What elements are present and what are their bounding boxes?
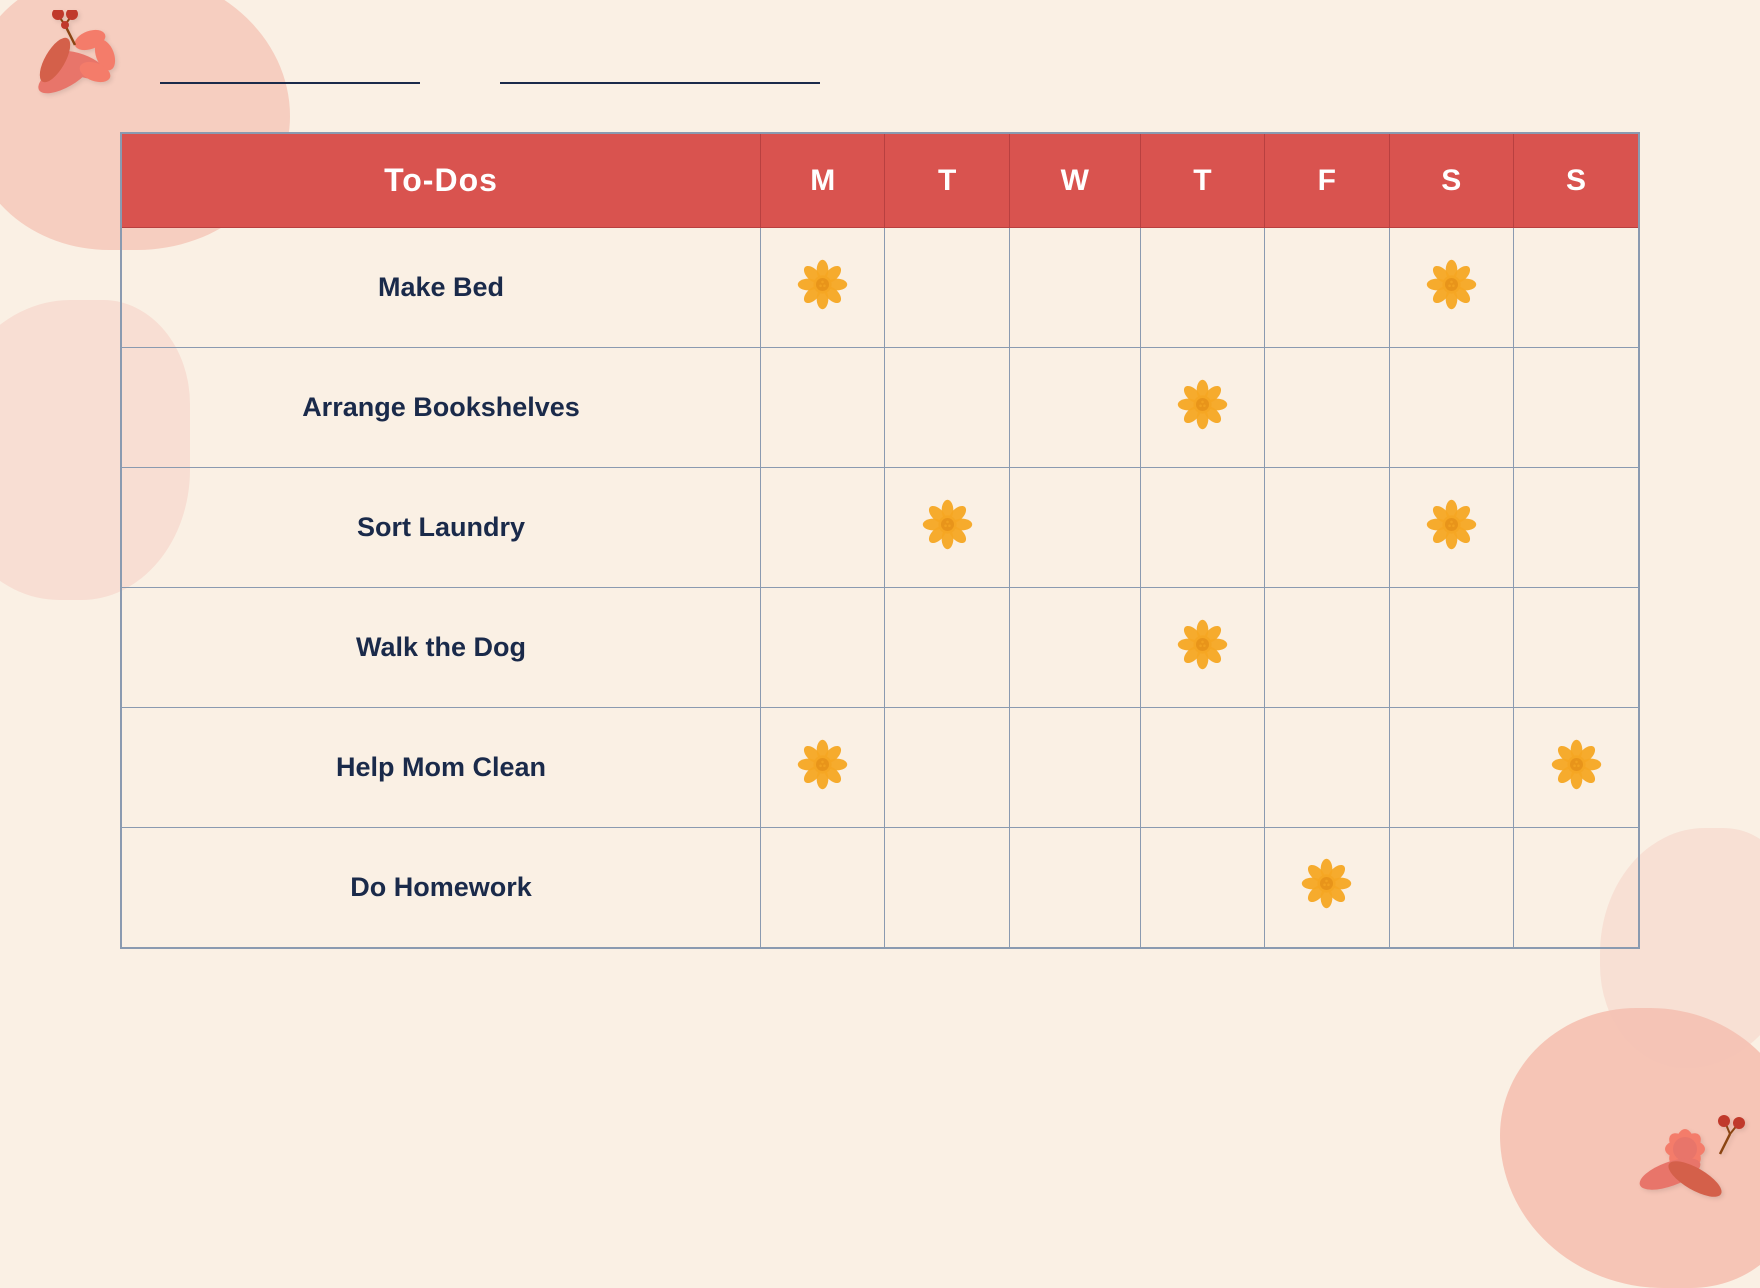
cell-row0-day6 [1514, 228, 1640, 348]
task-name-2: Sort Laundry [121, 468, 761, 588]
header-section [140, 80, 1640, 82]
task-name-0: Make Bed [121, 228, 761, 348]
table-row: Walk the Dog [121, 588, 1639, 708]
cell-row4-day6 [1514, 708, 1640, 828]
cell-row4-day4 [1265, 708, 1389, 828]
task-name-5: Do Homework [121, 828, 761, 948]
header-sunday: S [1514, 133, 1640, 228]
main-content: To-Dos M T W T F S S Make Bed [0, 0, 1760, 1009]
belongs-underline [160, 82, 420, 84]
cell-row3-day0 [761, 588, 885, 708]
header-thursday: T [1140, 133, 1264, 228]
cell-row1-day1 [885, 348, 1009, 468]
header-todos: To-Dos [121, 133, 761, 228]
task-name-1: Arrange Bookshelves [121, 348, 761, 468]
cell-row1-day6 [1514, 348, 1640, 468]
cell-row1-day3 [1140, 348, 1264, 468]
header-friday: F [1265, 133, 1389, 228]
cell-row3-day2 [1009, 588, 1140, 708]
table-row: Sort Laundry [121, 468, 1639, 588]
cell-row0-day0 [761, 228, 885, 348]
cell-row4-day3 [1140, 708, 1264, 828]
reward-underline [500, 82, 820, 84]
reward-chart-table: To-Dos M T W T F S S Make Bed [120, 132, 1640, 949]
cell-row0-day4 [1265, 228, 1389, 348]
table-header-row: To-Dos M T W T F S S [121, 133, 1639, 228]
cell-row0-day1 [885, 228, 1009, 348]
cell-row4-day5 [1389, 708, 1513, 828]
cell-row2-day3 [1140, 468, 1264, 588]
cell-row2-day4 [1265, 468, 1389, 588]
cell-row1-day2 [1009, 348, 1140, 468]
cell-row1-day0 [761, 348, 885, 468]
cell-row3-day3 [1140, 588, 1264, 708]
header-saturday: S [1389, 133, 1513, 228]
cell-row1-day4 [1265, 348, 1389, 468]
cell-row5-day5 [1389, 828, 1513, 948]
cell-row5-day3 [1140, 828, 1264, 948]
cell-row0-day3 [1140, 228, 1264, 348]
task-name-3: Walk the Dog [121, 588, 761, 708]
cell-row0-day5 [1389, 228, 1513, 348]
cell-row3-day5 [1389, 588, 1513, 708]
cell-row2-day6 [1514, 468, 1640, 588]
cell-row3-day6 [1514, 588, 1640, 708]
cell-row5-day2 [1009, 828, 1140, 948]
header-monday: M [761, 133, 885, 228]
cell-row5-day1 [885, 828, 1009, 948]
table-row: Help Mom Clean [121, 708, 1639, 828]
table-row: Do Homework [121, 828, 1639, 948]
cell-row2-day5 [1389, 468, 1513, 588]
cell-row2-day0 [761, 468, 885, 588]
task-name-4: Help Mom Clean [121, 708, 761, 828]
table-row: Make Bed [121, 228, 1639, 348]
cell-row1-day5 [1389, 348, 1513, 468]
cell-row4-day0 [761, 708, 885, 828]
cell-row3-day4 [1265, 588, 1389, 708]
cell-row5-day0 [761, 828, 885, 948]
header-wednesday: W [1009, 133, 1140, 228]
cell-row5-day6 [1514, 828, 1640, 948]
cell-row0-day2 [1009, 228, 1140, 348]
cell-row4-day2 [1009, 708, 1140, 828]
cell-row3-day1 [885, 588, 1009, 708]
table-row: Arrange Bookshelves [121, 348, 1639, 468]
cell-row5-day4 [1265, 828, 1389, 948]
cell-row2-day2 [1009, 468, 1140, 588]
flower-decoration-bottom-right [1620, 1094, 1750, 1238]
header-tuesday: T [885, 133, 1009, 228]
cell-row2-day1 [885, 468, 1009, 588]
cell-row4-day1 [885, 708, 1009, 828]
